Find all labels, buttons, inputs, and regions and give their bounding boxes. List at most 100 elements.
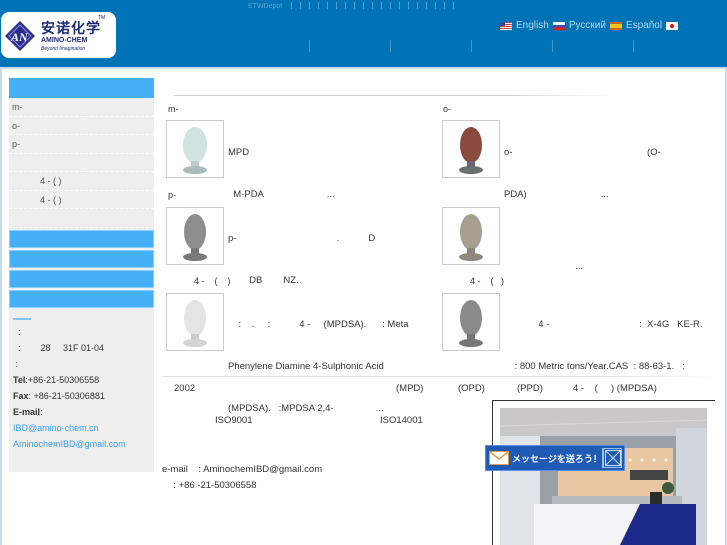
top-link-separator	[426, 1, 428, 9]
contact-line-3: :	[13, 358, 19, 369]
language-russian[interactable]: Русский	[552, 20, 606, 31]
sidebar-blue-button-1[interactable]	[9, 229, 154, 248]
section-divider	[162, 376, 718, 377]
header: AN 安诺化学 TM AMINO-CHEM Beyond Imagination…	[0, 0, 727, 67]
top-link-separator	[390, 1, 392, 9]
about-phone: : +86 -21-50306558	[168, 480, 257, 491]
contact-email-label: E-mail:	[13, 406, 44, 417]
close-icon	[605, 450, 621, 466]
about-email: e-mail : AminochemIBD@gmail.com	[162, 464, 323, 475]
sidebar-blue-button-3[interactable]	[9, 269, 154, 288]
contact-email-1-link[interactable]: IBD@amino-chem.cn	[13, 420, 150, 436]
es-flag-icon	[609, 21, 622, 30]
product-bottle-icon	[183, 300, 207, 347]
product-bottle-icon	[459, 127, 483, 174]
sidebar-item-4-product[interactable]: 4 - ( )	[9, 191, 154, 209]
product-image[interactable]	[442, 293, 500, 351]
product-category-title[interactable]: p-	[168, 190, 176, 200]
product-image[interactable]	[442, 120, 500, 178]
contact-email-2-link[interactable]: AminochemIBD@gmail.com	[13, 436, 150, 452]
top-links-bar: ETWDepot	[248, 1, 458, 11]
office-photo-illustration	[500, 408, 707, 545]
product-category-title[interactable]: o-	[443, 104, 451, 114]
logo-trademark: TM	[98, 15, 106, 21]
about-opd: (OPD)	[458, 383, 485, 394]
product-category-title[interactable]: 4 - ( )	[470, 276, 504, 286]
envelope-icon	[489, 451, 509, 465]
top-link-separator	[372, 1, 374, 9]
top-brand-link[interactable]: ETWDepot	[248, 3, 282, 10]
nav-item-2[interactable]	[310, 40, 391, 52]
sidebar-blue-button-4[interactable]	[9, 289, 154, 308]
top-link-separator	[309, 1, 311, 9]
about-mpd: (MPD)	[396, 383, 424, 394]
language-english[interactable]: English	[500, 20, 549, 31]
svg-text:AN: AN	[10, 30, 29, 44]
top-link-separator	[318, 1, 320, 9]
logo-english-name: AMINO-CHEM	[41, 37, 88, 44]
contact-divider	[13, 317, 31, 320]
nav-item-3[interactable]	[391, 40, 472, 52]
nav-item-1[interactable]	[228, 40, 310, 52]
product-image[interactable]	[166, 293, 224, 351]
language-spanish[interactable]: Español	[609, 20, 662, 31]
product-description[interactable]: ...	[504, 204, 716, 302]
logo[interactable]: AN 安诺化学 TM AMINO-CHEM Beyond Imagination	[1, 12, 116, 58]
language-japanese[interactable]	[666, 21, 679, 30]
section-divider	[174, 95, 614, 96]
language-selector: English Русский Español	[500, 20, 679, 31]
top-link-separator	[354, 1, 356, 9]
product-category-title[interactable]: 4 - ( )	[194, 276, 231, 286]
product-image[interactable]	[166, 120, 224, 178]
sidebar-contact: : : 28 31F 01-04 : Tel:+86-21-50306558 F…	[9, 308, 154, 452]
sidebar-item-o-pda[interactable]: o-	[9, 117, 154, 135]
top-link-separator	[291, 1, 293, 9]
sidebar: m- o- p- 4 - ( ) 4 - ( ) : : 28 31F 01-0…	[9, 78, 154, 472]
top-link-separator	[408, 1, 410, 9]
about-year: 2002	[174, 383, 196, 394]
top-link-separator	[453, 1, 455, 9]
jp-flag-icon	[666, 21, 679, 30]
office-reception-photo[interactable]	[500, 408, 707, 545]
about-ppd: (PPD)	[517, 383, 543, 394]
sidebar-item-4[interactable]	[9, 154, 154, 172]
language-label: Русский	[568, 20, 606, 31]
product-bottle-icon	[183, 214, 207, 261]
product-image[interactable]	[166, 207, 224, 265]
tel-value: :+86-21-50306558	[25, 374, 100, 385]
sidebar-item-m-pda[interactable]: m-	[9, 98, 154, 117]
sidebar-item-p-pda[interactable]: p-	[9, 135, 154, 154]
contact-address: : 28 31F 01-04	[13, 342, 105, 353]
product-bottle-icon	[459, 214, 483, 261]
contact-line-1: :	[13, 326, 21, 337]
top-link-separator	[435, 1, 437, 9]
sidebar-item-7[interactable]	[9, 209, 154, 228]
top-link-separator	[363, 1, 365, 9]
top-link-separator	[300, 1, 302, 9]
close-message-button[interactable]	[602, 448, 622, 468]
nav-item-5[interactable]	[553, 40, 634, 52]
product-bottle-icon	[459, 300, 483, 347]
send-message-label: メッセージを送ろう！	[512, 454, 602, 465]
logo-slogan: Beyond Imagination	[41, 46, 86, 52]
top-link-separators	[287, 1, 458, 11]
sidebar-blue-button-2[interactable]	[9, 249, 154, 268]
tel-label: Tel	[13, 374, 26, 385]
product-bottle-icon	[183, 127, 207, 174]
top-link-separator	[345, 1, 347, 9]
top-link-separator	[417, 1, 419, 9]
product-image[interactable]	[442, 207, 500, 265]
fax-value: : +86-21-50306881	[28, 390, 105, 401]
send-message-widget[interactable]: メッセージを送ろう！	[485, 445, 625, 471]
top-link-separator	[444, 1, 446, 9]
about-iso14001: ISO14001	[380, 415, 423, 426]
main-navigation	[228, 40, 688, 52]
product-category-title[interactable]: m-	[168, 104, 179, 114]
top-link-separator	[399, 1, 401, 9]
sidebar-item-mpdsa[interactable]: 4 - ( )	[9, 172, 154, 191]
logo-chinese-name: 安诺化学	[41, 21, 101, 37]
nav-item-4[interactable]	[472, 40, 553, 52]
top-link-separator	[336, 1, 338, 9]
about-iso9001: ISO9001	[215, 415, 253, 426]
about-mpdsa: 4 - ( ) (MPDSA)	[573, 383, 657, 394]
